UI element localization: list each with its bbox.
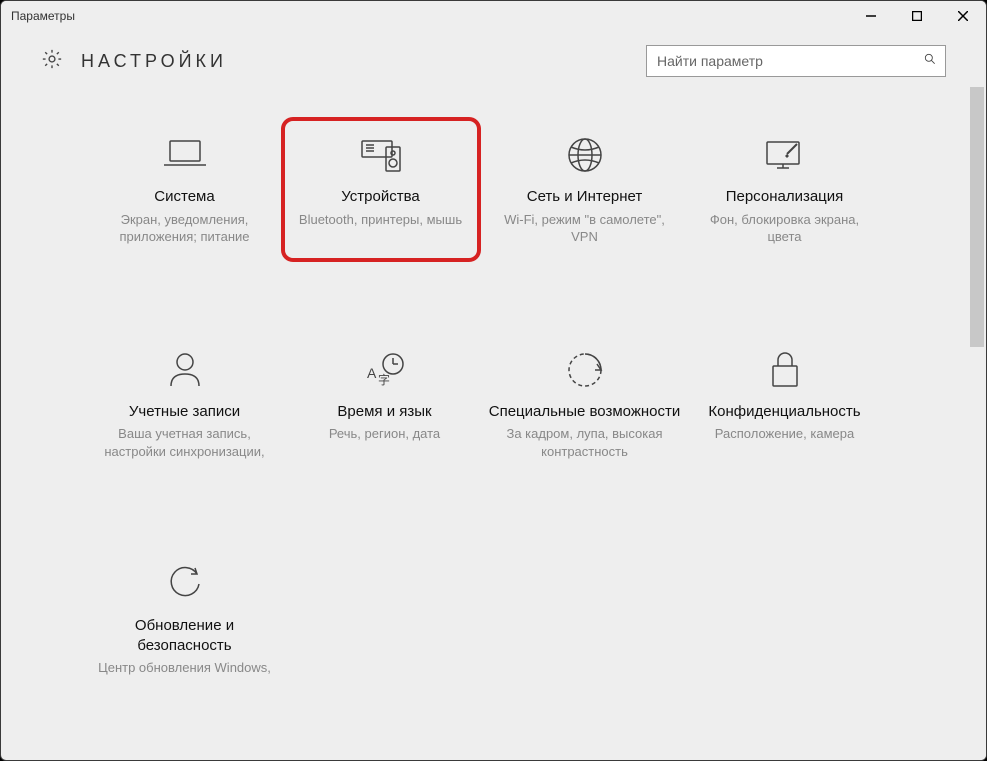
tile-title: Обновление и безопасность	[89, 616, 281, 655]
globe-icon	[565, 133, 605, 177]
tile-title: Специальные возможности	[489, 402, 681, 422]
tile-ease-of-access[interactable]: Специальные возможности За кадром, лупа,…	[485, 342, 685, 467]
tile-title: Время и язык	[337, 402, 431, 422]
scrollbar-thumb[interactable]	[970, 87, 984, 347]
minimize-button[interactable]	[848, 1, 894, 31]
svg-text:字: 字	[378, 372, 390, 387]
close-button[interactable]	[940, 1, 986, 31]
tile-desc: Расположение, камера	[707, 425, 862, 443]
laptop-icon	[162, 133, 208, 177]
tiles-container: Система Экран, уведомления, приложения; …	[1, 87, 968, 760]
search-input[interactable]	[655, 52, 923, 70]
tile-title: Конфиденциальность	[708, 402, 860, 422]
tile-time-language[interactable]: A 字 Время и язык Речь, регион, дата	[285, 342, 485, 467]
tile-desc: Экран, уведомления, приложения; питание	[89, 211, 281, 246]
tile-title: Устройства	[341, 187, 419, 207]
window-controls	[848, 1, 986, 31]
tile-title: Система	[154, 187, 214, 207]
tile-title: Учетные записи	[129, 402, 240, 422]
tile-network[interactable]: Сеть и Интернет Wi-Fi, режим "в самолете…	[485, 127, 685, 252]
tile-desc: Bluetooth, принтеры, мышь	[291, 211, 470, 229]
person-icon	[167, 348, 203, 392]
tile-desc: Центр обновления Windows,	[90, 659, 279, 677]
time-language-icon: A 字	[361, 348, 409, 392]
maximize-button[interactable]	[894, 1, 940, 31]
tile-title: Сеть и Интернет	[527, 187, 643, 207]
tile-privacy[interactable]: Конфиденциальность Расположение, камера	[685, 342, 885, 467]
tile-update-security[interactable]: Обновление и безопасность Центр обновлен…	[85, 556, 285, 683]
tile-system[interactable]: Система Экран, уведомления, приложения; …	[85, 127, 285, 252]
lock-icon	[768, 348, 802, 392]
tile-title: Персонализация	[726, 187, 844, 207]
window-title: Параметры	[11, 9, 848, 23]
tile-desc: За кадром, лупа, высокая контрастность	[489, 425, 681, 460]
svg-text:A: A	[367, 365, 377, 381]
tile-accounts[interactable]: Учетные записи Ваша учетная запись, наст…	[85, 342, 285, 467]
devices-icon	[356, 133, 406, 177]
tile-devices[interactable]: Устройства Bluetooth, принтеры, мышь	[281, 117, 481, 262]
scrollbar[interactable]	[968, 87, 986, 760]
personalization-icon	[763, 133, 807, 177]
tile-desc: Речь, регион, дата	[321, 425, 448, 443]
tile-desc: Wi-Fi, режим "в самолете", VPN	[489, 211, 681, 246]
content-area: Система Экран, уведомления, приложения; …	[1, 87, 986, 760]
update-icon	[165, 562, 205, 606]
titlebar: Параметры	[1, 1, 986, 31]
page-title: НАСТРОЙКИ	[81, 51, 646, 72]
gear-icon	[41, 48, 63, 75]
tile-personalization[interactable]: Персонализация Фон, блокировка экрана, ц…	[685, 127, 885, 252]
header: НАСТРОЙКИ	[1, 31, 986, 87]
search-box[interactable]	[646, 45, 946, 77]
tile-desc: Ваша учетная запись, настройки синхрониз…	[89, 425, 281, 460]
settings-window: Параметры НАСТРОЙКИ	[0, 0, 987, 761]
search-icon	[923, 52, 937, 71]
tile-desc: Фон, блокировка экрана, цвета	[689, 211, 881, 246]
ease-of-access-icon	[565, 348, 605, 392]
